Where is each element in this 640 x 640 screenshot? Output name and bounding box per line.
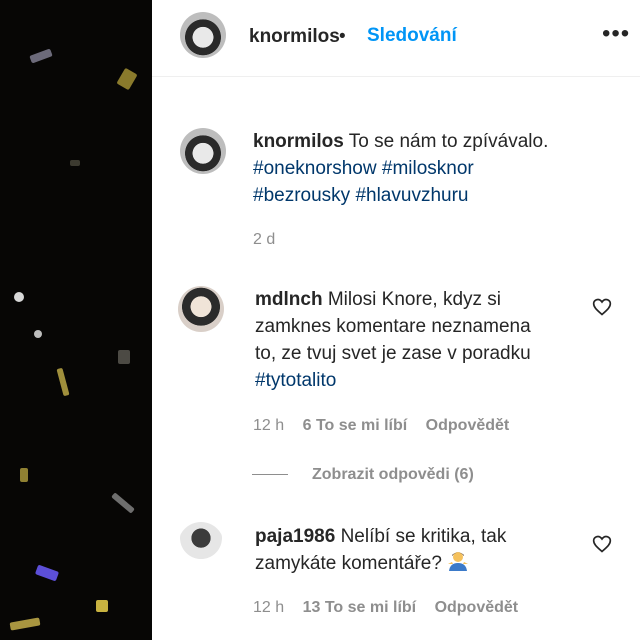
media-sparkle [9,617,41,631]
comment-avatar[interactable] [178,286,224,332]
comment-line: Nelíbí se kritika, tak [340,526,507,547]
author-username[interactable]: knormilos [249,26,340,48]
media-sparkle [56,367,70,397]
comment-avatar[interactable] [178,522,224,568]
comment-line: to, ze tvuj svet je zase v poradku [255,343,531,364]
media-sparkle [118,350,130,364]
like-heart-icon[interactable] [592,534,612,554]
view-replies-button[interactable]: Zobrazit odpovědi (6) [252,466,474,484]
view-replies-label: Zobrazit odpovědi (6) [312,466,474,483]
author-avatar[interactable] [180,12,226,58]
media-sparkle [20,468,28,482]
hashtag-link[interactable]: #bezrousky [253,185,350,206]
caption-avatar[interactable] [180,128,226,174]
comment-line: Milosi Knore, kdyz si [327,289,502,310]
media-sparkle [14,292,24,302]
media-sparkle [70,160,80,166]
media-sparkle [34,330,42,338]
media-sparkle [34,564,60,582]
hashtag-link[interactable]: #milosknor [382,158,474,179]
caption-text: To se nám to zpívávalo. [348,131,549,152]
caption: knormilos To se nám to zpívávalo. #onekn… [253,128,613,209]
caption-timestamp[interactable]: 2 d [253,231,275,249]
like-heart-icon[interactable] [592,297,612,317]
comment-text: mdlnch Milosi Knore, kdyz si zamknes kom… [255,286,585,394]
comment-meta: 12 h 6 To se mi líbí Odpovědět [253,417,509,435]
comment-username[interactable]: mdlnch [255,289,323,310]
comment-timestamp[interactable]: 12 h [253,599,284,616]
replies-divider [252,474,288,476]
follow-button[interactable]: Sledování [367,25,457,47]
comment-timestamp[interactable]: 12 h [253,417,284,434]
person-shrugging-emoji [448,552,469,571]
post-media-image[interactable] [0,0,152,640]
comment-meta: 12 h 13 To se mi líbí Odpovědět [253,599,518,617]
media-sparkle [96,600,108,612]
media-sparkle [116,67,138,91]
comment-likes[interactable]: 13 To se mi líbí [303,599,417,616]
hashtag-link[interactable]: #hlavuvzhuru [355,185,468,206]
comment-username[interactable]: paja1986 [255,526,335,547]
post-side-panel: knormilos • Sledování ••• knormilos To s… [152,0,640,640]
hashtag-link[interactable]: #oneknorshow [253,158,377,179]
comment-line: zamykáte komentáře? [255,553,442,574]
reply-button[interactable]: Odpovědět [426,417,510,434]
more-options-icon[interactable]: ••• [602,20,630,48]
header-separator: • [339,26,346,47]
media-sparkle [111,492,135,514]
comment-likes[interactable]: 6 To se mi líbí [303,417,408,434]
comment-text: paja1986 Nelíbí se kritika, tak zamykáte… [255,523,585,577]
caption-username[interactable]: knormilos [253,131,344,152]
post-header: knormilos • Sledování ••• [152,0,640,77]
hashtag-link[interactable]: #tytotalito [255,370,336,391]
reply-button[interactable]: Odpovědět [435,599,519,616]
media-sparkle [29,48,53,64]
comment-line: zamknes komentare neznamena [255,316,531,337]
